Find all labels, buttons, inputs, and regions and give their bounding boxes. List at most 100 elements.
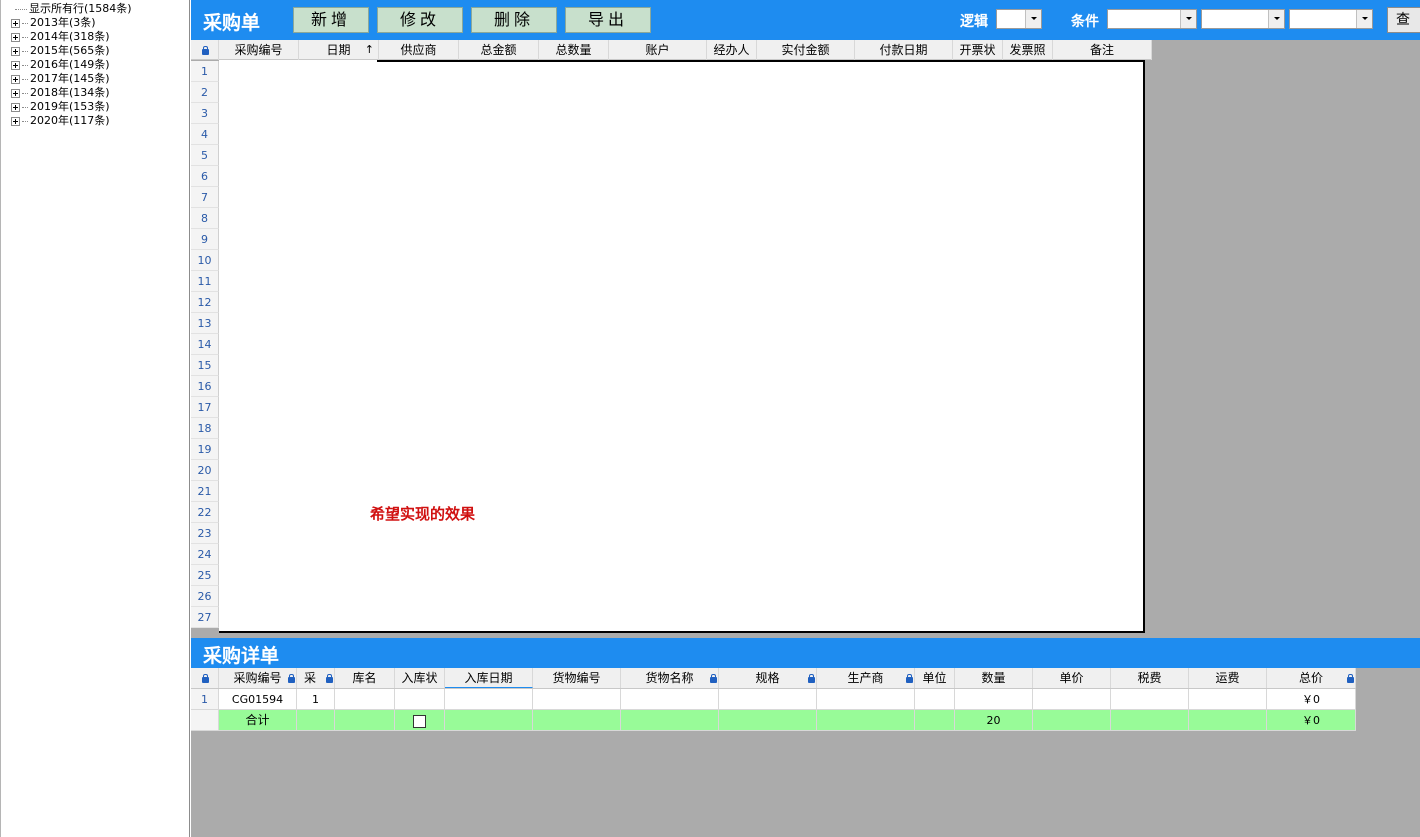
row-number[interactable]: 23 bbox=[191, 523, 219, 544]
cell-seq[interactable]: 1 bbox=[297, 689, 335, 710]
dcol-stock-date[interactable]: 入库日期 bbox=[445, 668, 533, 688]
dcol-total[interactable]: 总价 bbox=[1267, 668, 1356, 688]
dcol-order-code[interactable]: 采购编号 bbox=[219, 668, 297, 688]
dcol-freight[interactable]: 运费 bbox=[1189, 668, 1267, 688]
cell-spec[interactable] bbox=[719, 689, 817, 710]
edit-button[interactable]: 修改 bbox=[377, 7, 463, 33]
tree-item-2015[interactable]: 2015年(565条) bbox=[11, 44, 110, 58]
tree-item-2018[interactable]: 2018年(134条) bbox=[11, 86, 110, 100]
logic-select[interactable] bbox=[996, 9, 1042, 29]
tree-item-all[interactable]: 显示所有行(1584条) bbox=[13, 2, 132, 16]
row-number[interactable]: 19 bbox=[191, 439, 219, 460]
dcol-goods-name[interactable]: 货物名称 bbox=[621, 668, 719, 688]
tree-item-2019[interactable]: 2019年(153条) bbox=[11, 100, 110, 114]
cell-unit[interactable] bbox=[915, 689, 955, 710]
row-number[interactable]: 16 bbox=[191, 376, 219, 397]
dcol-unit-price[interactable]: 单价 bbox=[1033, 668, 1111, 688]
col-paid-amount[interactable]: 实付金额 bbox=[757, 40, 855, 60]
dcol-tax[interactable]: 税费 bbox=[1111, 668, 1189, 688]
row-number[interactable]: 9 bbox=[191, 229, 219, 250]
row-number[interactable]: 2 bbox=[191, 82, 219, 103]
col-account[interactable]: 账户 bbox=[609, 40, 707, 60]
dcol-seq[interactable]: 采 bbox=[297, 668, 335, 688]
row-number[interactable]: 27 bbox=[191, 607, 219, 628]
cell-goods-name[interactable] bbox=[621, 689, 719, 710]
col-total-qty[interactable]: 总数量 bbox=[539, 40, 609, 60]
row-number[interactable]: 14 bbox=[191, 334, 219, 355]
dcol-manufacturer[interactable]: 生产商 bbox=[817, 668, 915, 688]
cell-order-code[interactable]: CG01594 bbox=[219, 689, 297, 710]
row-number[interactable]: 7 bbox=[191, 187, 219, 208]
cell-goods-code[interactable] bbox=[533, 689, 621, 710]
tree-item-2017[interactable]: 2017年(145条) bbox=[11, 72, 110, 86]
col-remark[interactable]: 备注 bbox=[1053, 40, 1152, 60]
cell-unit-price[interactable] bbox=[1033, 689, 1111, 710]
cell-freight[interactable] bbox=[1189, 689, 1267, 710]
row-number[interactable]: 3 bbox=[191, 103, 219, 124]
condition-value-select[interactable] bbox=[1289, 9, 1373, 29]
row-number[interactable]: 8 bbox=[191, 208, 219, 229]
col-pay-date[interactable]: 付款日期 bbox=[855, 40, 953, 60]
col-invoice-photo[interactable]: 发票照 bbox=[1003, 40, 1053, 60]
row-number[interactable]: 1 bbox=[191, 61, 219, 82]
chevron-down-icon[interactable] bbox=[1356, 10, 1372, 28]
row-number[interactable]: 13 bbox=[191, 313, 219, 334]
col-order-code[interactable]: 采购编号 bbox=[219, 40, 299, 60]
cell-qty[interactable] bbox=[955, 689, 1033, 710]
expand-icon[interactable] bbox=[11, 18, 20, 28]
dcol-qty[interactable]: 数量 bbox=[955, 668, 1033, 688]
delete-button[interactable]: 删除 bbox=[471, 7, 557, 33]
cell-stock-status[interactable] bbox=[395, 689, 445, 710]
col-date[interactable]: 日期 ↑ bbox=[299, 40, 379, 60]
lock-column-header[interactable] bbox=[191, 668, 219, 688]
expand-icon[interactable] bbox=[11, 32, 20, 42]
row-number[interactable]: 17 bbox=[191, 397, 219, 418]
row-number[interactable]: 4 bbox=[191, 124, 219, 145]
expand-icon[interactable] bbox=[11, 116, 20, 126]
tree-item-2014[interactable]: 2014年(318条) bbox=[11, 30, 110, 44]
row-number[interactable]: 20 bbox=[191, 460, 219, 481]
expand-icon[interactable] bbox=[11, 102, 20, 112]
checkbox[interactable] bbox=[413, 714, 426, 728]
cell-warehouse[interactable] bbox=[335, 689, 395, 710]
col-supplier[interactable]: 供应商 bbox=[379, 40, 459, 60]
query-button[interactable]: 查 bbox=[1387, 7, 1420, 33]
row-number[interactable]: 21 bbox=[191, 481, 219, 502]
row-number[interactable]: 24 bbox=[191, 544, 219, 565]
tree-item-2016[interactable]: 2016年(149条) bbox=[11, 58, 110, 72]
expand-icon[interactable] bbox=[11, 88, 20, 98]
export-button[interactable]: 导出 bbox=[565, 7, 651, 33]
row-number[interactable]: 5 bbox=[191, 145, 219, 166]
chevron-down-icon[interactable] bbox=[1180, 10, 1196, 28]
col-handler[interactable]: 经办人 bbox=[707, 40, 757, 60]
cell-total[interactable]: ￥0 bbox=[1267, 689, 1356, 710]
row-number[interactable]: 10 bbox=[191, 250, 219, 271]
row-number[interactable]: 12 bbox=[191, 292, 219, 313]
row-number[interactable]: 22 bbox=[191, 502, 219, 523]
expand-icon[interactable] bbox=[11, 74, 20, 84]
tree-item-2020[interactable]: 2020年(117条) bbox=[11, 114, 110, 128]
row-number[interactable]: 15 bbox=[191, 355, 219, 376]
dcol-spec[interactable]: 规格 bbox=[719, 668, 817, 688]
dcol-goods-code[interactable]: 货物编号 bbox=[533, 668, 621, 688]
add-button[interactable]: 新增 bbox=[293, 7, 369, 33]
cell-stock-date[interactable] bbox=[445, 689, 533, 710]
chevron-down-icon[interactable] bbox=[1025, 10, 1041, 28]
tree-item-2013[interactable]: 2013年(3条) bbox=[11, 16, 96, 30]
col-total-amount[interactable]: 总金额 bbox=[459, 40, 539, 60]
table-row[interactable]: 1 CG01594 1 ￥0 bbox=[191, 689, 1356, 710]
row-number[interactable]: 6 bbox=[191, 166, 219, 187]
dcol-stock-status[interactable]: 入库状 bbox=[395, 668, 445, 688]
cell-tax[interactable] bbox=[1111, 689, 1189, 710]
col-invoice-status[interactable]: 开票状 bbox=[953, 40, 1003, 60]
expand-icon[interactable] bbox=[11, 46, 20, 56]
lock-column-header[interactable] bbox=[191, 40, 219, 60]
expand-icon[interactable] bbox=[11, 60, 20, 70]
condition-operator-select[interactable] bbox=[1201, 9, 1285, 29]
row-number[interactable]: 18 bbox=[191, 418, 219, 439]
dcol-warehouse[interactable]: 库名 bbox=[335, 668, 395, 688]
dcol-unit[interactable]: 单位 bbox=[915, 668, 955, 688]
row-number[interactable]: 25 bbox=[191, 565, 219, 586]
cell-manufacturer[interactable] bbox=[817, 689, 915, 710]
row-number[interactable]: 26 bbox=[191, 586, 219, 607]
